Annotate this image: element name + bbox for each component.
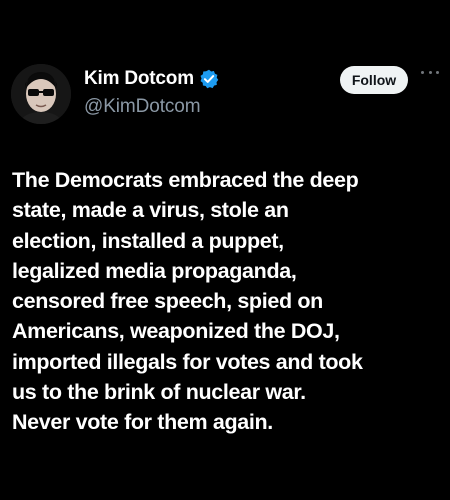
more-dot <box>436 70 439 74</box>
avatar[interactable] <box>11 64 71 124</box>
author-display-name[interactable]: Kim Dotcom <box>84 68 194 90</box>
tweet-text-line: The Democrats embraced the deep <box>12 168 359 192</box>
tweet-text-line: state, made a virus, stole an <box>12 198 289 223</box>
more-horizontal-icon[interactable] <box>421 66 439 78</box>
tweet-text-line: censored free speech, spied on <box>12 289 323 314</box>
avatar-image <box>11 64 71 124</box>
tweet-text-line: election, installed a puppet, <box>12 228 284 253</box>
author-name-row: Kim Dotcom <box>84 67 219 91</box>
tweet-text-line: Americans, weaponized the DOJ, <box>12 319 340 344</box>
more-dot <box>421 70 424 74</box>
tweet-text-line: legalized media propaganda, <box>12 258 297 283</box>
author-handle[interactable]: @KimDotcom <box>84 96 201 118</box>
tweet-text: The Democrats embraced the deep state, m… <box>12 165 444 438</box>
more-dot <box>428 70 432 74</box>
verified-badge-icon <box>199 69 219 89</box>
tweet-text-line: Never vote for them again. <box>12 410 273 435</box>
tweet-text-line: imported illegals for votes and took <box>12 349 363 374</box>
follow-button[interactable]: Follow <box>340 66 408 94</box>
tweet-card: Kim Dotcom @KimDotcom Follow The Democra… <box>0 0 450 500</box>
tweet-text-line: us to the brink of nuclear war. <box>12 380 306 405</box>
